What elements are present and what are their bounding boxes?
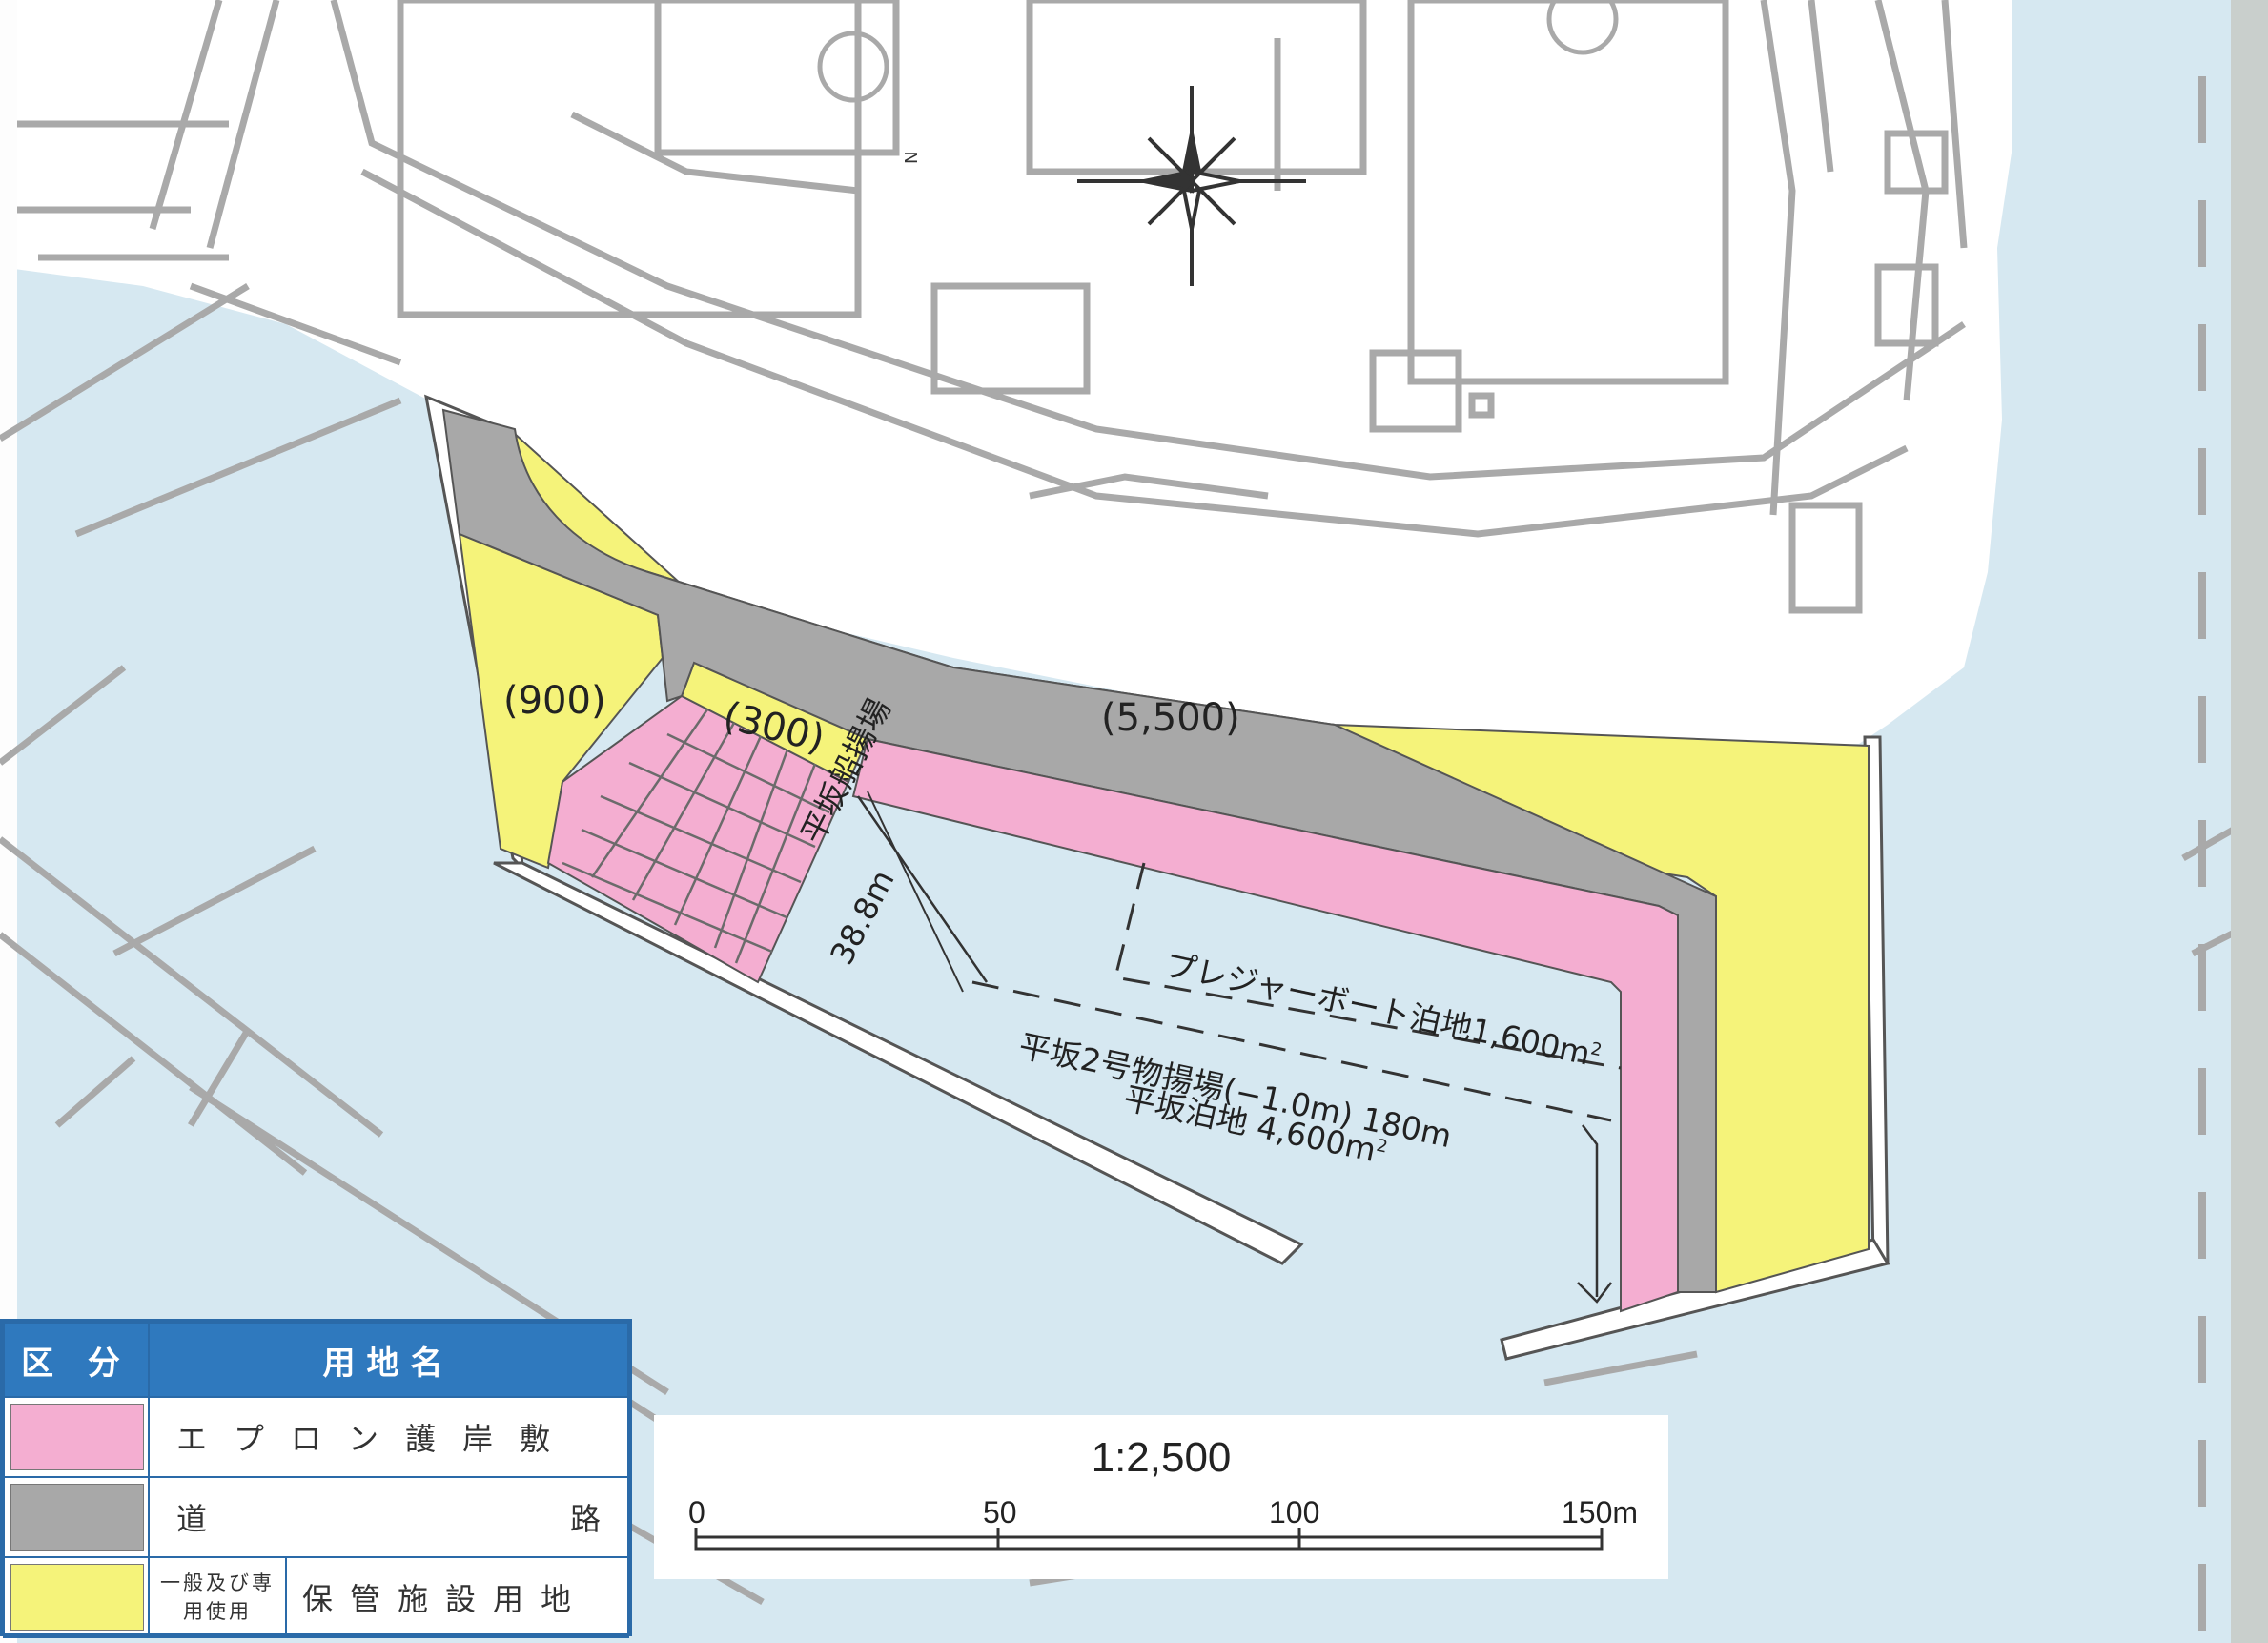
north-arrow-letter: N <box>902 152 922 164</box>
legend-header-row: 区 分 用地名 <box>3 1322 629 1398</box>
legend-name-road: 道 路 <box>148 1476 629 1558</box>
area-label-5500: (5,500) <box>1101 696 1240 740</box>
apron-swatch <box>10 1404 144 1470</box>
scale-bar: 1:2,500 0 50 100 150m <box>654 1415 1668 1579</box>
legend-header-name: 用地名 <box>148 1322 629 1398</box>
legend-row-apron: エプロン護岸敷 <box>3 1396 629 1478</box>
road-char-left: 道 <box>176 1501 208 1537</box>
storage-swatch <box>10 1564 144 1631</box>
legend-storage-sublabel: 一般及び専用使用 <box>150 1558 287 1636</box>
page-edge <box>2231 0 2268 1643</box>
legend: 区 分 用地名 エプロン護岸敷 道 路 一般及び専用使用 保管施設用地 <box>0 1319 632 1638</box>
land-area <box>0 0 2012 753</box>
legend-row-storage: 一般及び専用使用 保管施設用地 <box>3 1556 629 1638</box>
road-swatch <box>10 1484 144 1551</box>
scale-ruler <box>694 1528 1604 1551</box>
legend-swatch-cell <box>3 1476 150 1558</box>
legend-name-storage-cell: 一般及び専用使用 保管施設用地 <box>148 1556 629 1638</box>
area-label-900: (900) <box>503 679 606 723</box>
legend-header-category: 区 分 <box>3 1322 150 1398</box>
legend-row-road: 道 路 <box>3 1476 629 1558</box>
legend-table: 区 分 用地名 エプロン護岸敷 道 路 一般及び専用使用 保管施設用地 <box>3 1322 629 1638</box>
legend-swatch-cell <box>3 1556 150 1638</box>
legend-swatch-cell <box>3 1396 150 1478</box>
road-char-right: 路 <box>569 1501 601 1537</box>
legend-name-apron: エプロン護岸敷 <box>148 1396 629 1478</box>
legend-name-storage: 保管施設用地 <box>302 1581 589 1617</box>
